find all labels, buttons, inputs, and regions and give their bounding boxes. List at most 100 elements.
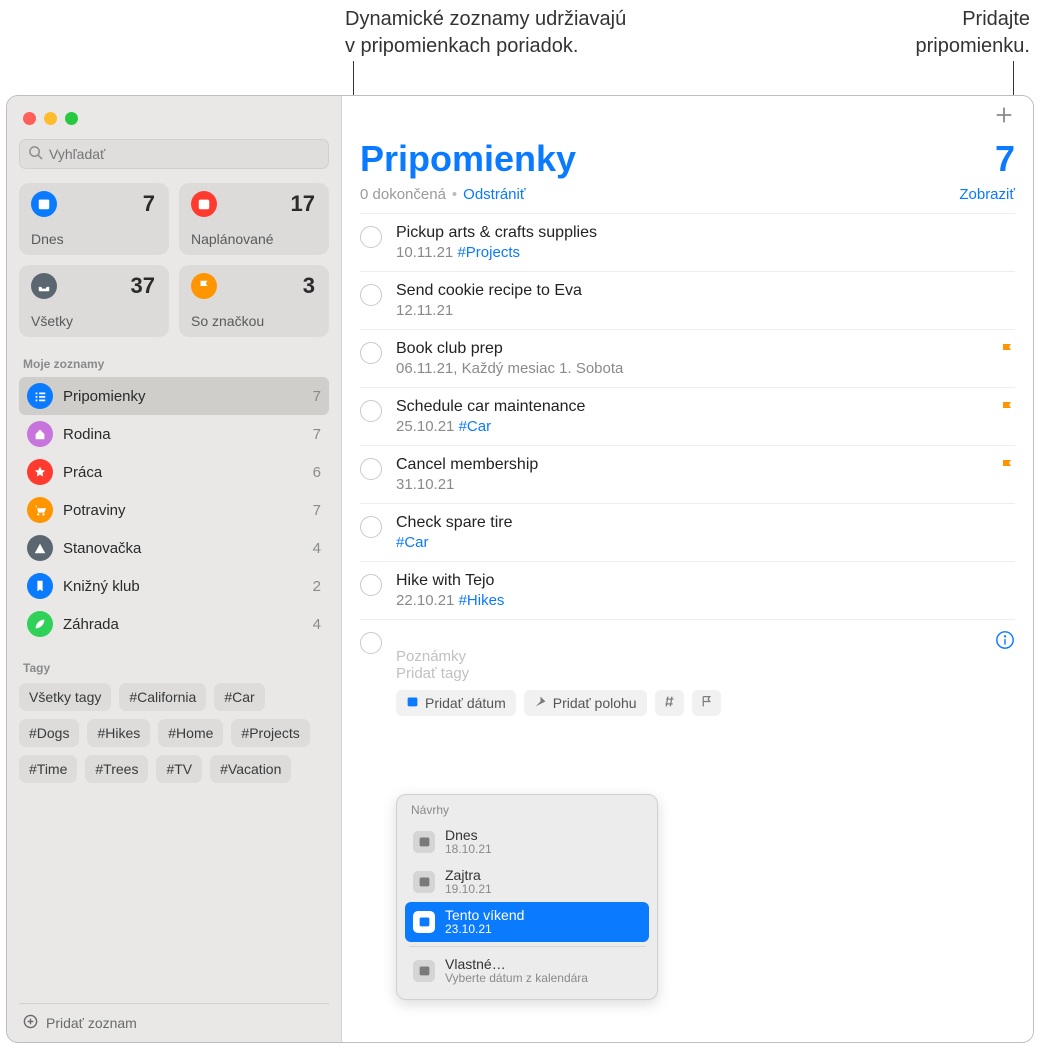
- reminder-checkbox[interactable]: [360, 516, 382, 538]
- calendar-icon: [413, 871, 435, 893]
- flag-icon: [700, 695, 713, 711]
- reminder-item[interactable]: Schedule car maintenance 25.10.21 #Car: [360, 388, 1015, 446]
- reminder-item[interactable]: Check spare tire #Car: [360, 504, 1015, 562]
- reminder-subtitle: 25.10.21 #Car: [396, 418, 985, 435]
- smart-list-count: 17: [291, 191, 315, 217]
- app-window: 7 Dnes 17 Naplánované 37 Všetky: [6, 95, 1034, 1043]
- info-button[interactable]: [995, 630, 1015, 653]
- smart-list-today[interactable]: 7 Dnes: [19, 183, 169, 255]
- hash-icon: [663, 695, 676, 711]
- reminder-checkbox[interactable]: [360, 226, 382, 248]
- suggestion-row[interactable]: Tento víkend23.10.21: [405, 902, 649, 942]
- tag-chip[interactable]: #Hikes: [87, 719, 150, 747]
- separator-dot: •: [452, 186, 457, 203]
- reminder-title: Schedule car maintenance: [396, 398, 985, 416]
- sidebar-item-label: Knižný klub: [63, 578, 313, 595]
- smart-list-label: Dnes: [31, 231, 64, 247]
- clear-completed-button[interactable]: Odstrániť: [463, 186, 525, 203]
- sidebar-item-count: 7: [313, 502, 321, 519]
- date-suggestions-popover: Návrhy Dnes18.10.21Zajtra19.10.21Tento v…: [396, 794, 658, 1000]
- tent-icon: [27, 535, 53, 561]
- reminder-tag[interactable]: #Projects: [457, 244, 520, 261]
- reminder-item[interactable]: Send cookie recipe to Eva12.11.21: [360, 272, 1015, 330]
- smart-list-scheduled[interactable]: 17 Naplánované: [179, 183, 329, 255]
- reminder-title: Book club prep: [396, 340, 985, 358]
- plus-circle-icon: [23, 1014, 38, 1032]
- tag-chip[interactable]: #Trees: [85, 755, 148, 783]
- sidebar-item-count: 7: [313, 426, 321, 443]
- add-reminder-button[interactable]: [993, 104, 1015, 126]
- smart-list-label: Naplánované: [191, 231, 274, 247]
- suggestion-label: Vlastné…: [445, 956, 588, 972]
- main-pane: Pripomienky 7 0 dokončená • Odstrániť Zo…: [342, 96, 1033, 1042]
- sidebar-item-label: Rodina: [63, 426, 313, 443]
- new-reminder-row[interactable]: Poznámky Pridať tagy Pridať dátum Pridať…: [360, 620, 1015, 726]
- tag-chip[interactable]: #California: [119, 683, 206, 711]
- suggestion-sub: 19.10.21: [445, 883, 492, 897]
- tag-chip[interactable]: #Vacation: [210, 755, 291, 783]
- reminder-checkbox[interactable]: [360, 632, 382, 654]
- reminder-checkbox[interactable]: [360, 400, 382, 422]
- add-tag-chip[interactable]: [655, 690, 684, 716]
- star-icon: [27, 459, 53, 485]
- suggestion-label: Tento víkend: [445, 907, 524, 923]
- reminder-item[interactable]: Cancel membership31.10.21: [360, 446, 1015, 504]
- sidebar-item-bookclub[interactable]: Knižný klub2: [19, 567, 329, 605]
- reminder-subtitle: 06.11.21, Každý mesiac 1. Sobota: [396, 360, 985, 377]
- reminder-checkbox[interactable]: [360, 284, 382, 306]
- sidebar-item-reminders[interactable]: Pripomienky7: [19, 377, 329, 415]
- reminder-checkbox[interactable]: [360, 342, 382, 364]
- flag-icon: [999, 456, 1015, 477]
- show-completed-button[interactable]: Zobraziť: [959, 186, 1015, 203]
- smart-list-flagged[interactable]: 3 So značkou: [179, 265, 329, 337]
- add-date-label: Pridať dátum: [425, 695, 506, 711]
- tag-chip[interactable]: #Dogs: [19, 719, 79, 747]
- tag-chip[interactable]: Všetky tagy: [19, 683, 111, 711]
- notes-placeholder[interactable]: Poznámky: [396, 648, 981, 665]
- close-button[interactable]: [23, 112, 36, 125]
- tag-chip[interactable]: #Time: [19, 755, 77, 783]
- add-date-chip[interactable]: Pridať dátum: [396, 690, 516, 716]
- reminder-item[interactable]: Book club prep 06.11.21, Každý mesiac 1. …: [360, 330, 1015, 388]
- sidebar-item-label: Stanovačka: [63, 540, 313, 557]
- reminder-tag[interactable]: #Car: [396, 534, 429, 551]
- sidebar-item-camping[interactable]: Stanovačka4: [19, 529, 329, 567]
- smart-list-all[interactable]: 37 Všetky: [19, 265, 169, 337]
- reminder-item[interactable]: Pickup arts & crafts supplies10.11.21 #P…: [360, 213, 1015, 272]
- separator: [409, 946, 645, 947]
- calendar-icon: [191, 191, 217, 217]
- add-location-chip[interactable]: Pridať polohu: [524, 690, 647, 716]
- add-list-button[interactable]: Pridať zoznam: [19, 1003, 329, 1042]
- reminder-tag[interactable]: #Hikes: [459, 592, 505, 609]
- reminder-checkbox[interactable]: [360, 574, 382, 596]
- tag-chip[interactable]: #Projects: [231, 719, 309, 747]
- suggestion-row[interactable]: Dnes18.10.21: [405, 822, 649, 862]
- reminder-tag[interactable]: #Car: [459, 418, 492, 435]
- suggestion-row[interactable]: Zajtra19.10.21: [405, 862, 649, 902]
- home-icon: [27, 421, 53, 447]
- add-flag-chip[interactable]: [692, 690, 721, 716]
- sidebar-item-garden[interactable]: Záhrada4: [19, 605, 329, 643]
- sidebar-item-count: 4: [313, 616, 321, 633]
- reminder-subtitle: 31.10.21: [396, 476, 985, 493]
- suggestion-custom[interactable]: Vlastné… Vyberte dátum z kalendára: [405, 951, 649, 991]
- list-icon: [27, 383, 53, 409]
- sidebar-item-family[interactable]: Rodina7: [19, 415, 329, 453]
- search-field[interactable]: [19, 139, 329, 169]
- sidebar-item-work[interactable]: Práca6: [19, 453, 329, 491]
- tags-header: Tagy: [19, 659, 329, 681]
- tag-chip[interactable]: #Home: [158, 719, 223, 747]
- tag-chip[interactable]: #TV: [156, 755, 202, 783]
- search-input[interactable]: [49, 146, 320, 162]
- reminder-item[interactable]: Hike with Tejo22.10.21 #Hikes: [360, 562, 1015, 620]
- reminder-title: Send cookie recipe to Eva: [396, 282, 1015, 300]
- calendar-icon: [413, 911, 435, 933]
- minimize-button[interactable]: [44, 112, 57, 125]
- tag-chip[interactable]: #Car: [214, 683, 264, 711]
- quick-chips: Pridať dátum Pridať polohu: [396, 690, 981, 716]
- add-tags-placeholder[interactable]: Pridať tagy: [396, 665, 981, 682]
- smart-list-count: 3: [303, 273, 315, 299]
- zoom-button[interactable]: [65, 112, 78, 125]
- reminder-checkbox[interactable]: [360, 458, 382, 480]
- sidebar-item-groceries[interactable]: Potraviny7: [19, 491, 329, 529]
